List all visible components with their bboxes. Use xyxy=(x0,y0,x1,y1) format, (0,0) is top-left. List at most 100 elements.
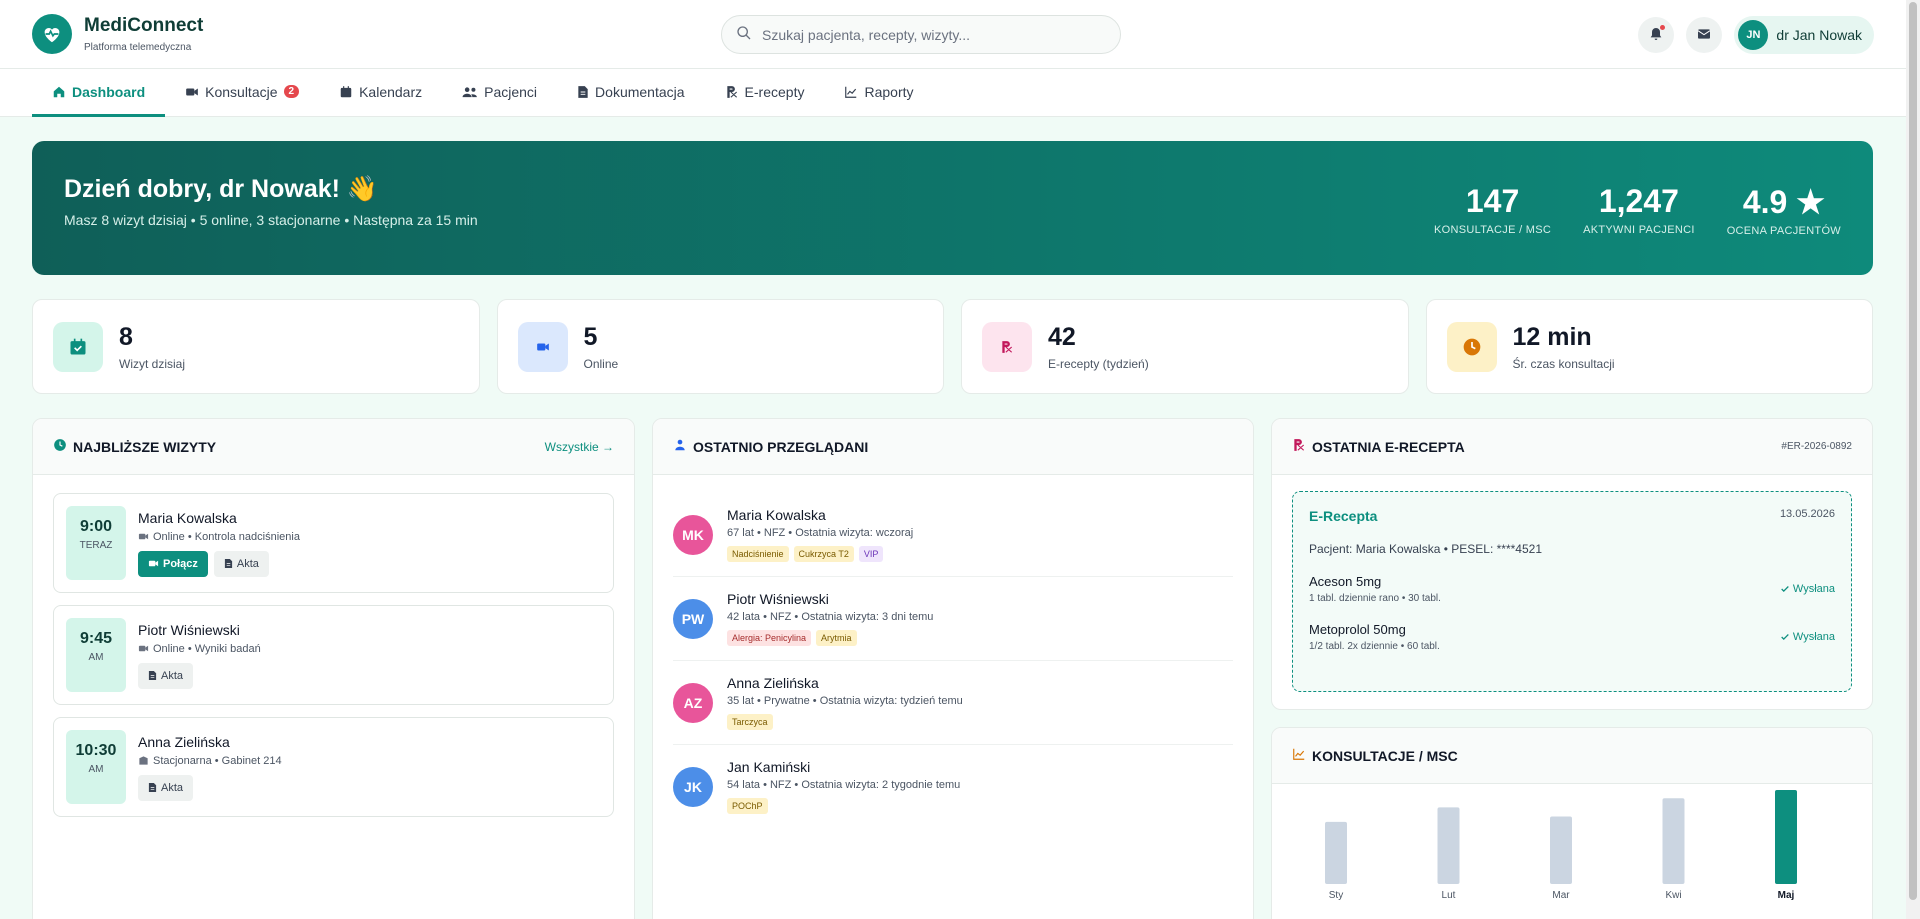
stat-card[interactable]: 42 E-recepty (tydzień) xyxy=(961,299,1409,394)
tab-dokumentacja[interactable]: Dokumentacja xyxy=(557,69,705,117)
tab-kalendarz[interactable]: Kalendarz xyxy=(319,69,442,117)
tab-e-recepty[interactable]: E-recepty xyxy=(705,69,825,117)
patient-detail: 67 lat • NFZ • Ostatnia wizyta: wczoraj xyxy=(727,527,914,539)
stat-cards: 8 Wizyt dzisiaj 5 Online 42 E-recepty (tydzie… xyxy=(32,299,1873,394)
stat-value: 12 min xyxy=(1512,322,1592,351)
tab-pacjenci[interactable]: Pacjenci xyxy=(442,69,557,117)
messages-button[interactable] xyxy=(1686,17,1723,53)
chart-bar-lut[interactable] xyxy=(1437,807,1460,884)
stat-card[interactable]: 8 Wizyt dzisiaj xyxy=(32,299,480,394)
rx-icon xyxy=(982,321,1032,372)
medication-dose: 1 tabl. dziennie rano • 30 tabl. xyxy=(1309,593,1441,604)
stat-card[interactable]: 5 Online xyxy=(496,299,944,394)
visit-period: AM xyxy=(88,764,104,775)
visit-item[interactable]: 10:30 AM Anna Zielińska Stacjonarna • Gabin… xyxy=(53,717,614,817)
tab-badge: 2 xyxy=(283,85,300,98)
scrollbar[interactable] xyxy=(1906,0,1920,919)
chart-tick-label: Maj xyxy=(1778,890,1795,901)
stat-label: E-recepty (tydzień) xyxy=(1048,356,1149,371)
visit-detail: Online • Wyniki badań xyxy=(153,642,261,655)
file-icon xyxy=(148,782,157,793)
stat-label: Śr. czas konsultacji xyxy=(1512,356,1615,371)
chart-bar-kwi[interactable] xyxy=(1662,798,1685,884)
prescription-title: E-Recepta xyxy=(1309,508,1378,524)
stat-label: Online xyxy=(583,356,619,371)
stat-value: 5 xyxy=(583,322,598,351)
panel-title: NAJBLIŻSZE WIZYTY xyxy=(73,438,217,455)
panel-header: OSTATNIO PRZEGLĄDANI xyxy=(653,419,1253,475)
clock-icon xyxy=(1446,321,1497,372)
tab-label: E-recepty xyxy=(744,83,805,100)
patient-item[interactable]: PW Piotr Wiśniewski 42 lata • NFZ • Ostatn… xyxy=(673,577,1233,661)
files-label: Akta xyxy=(161,669,184,682)
hero-stat: 1,247 AKTYWNI PACJENCI xyxy=(1583,183,1695,237)
visit-detail: Online • Kontrola nadciśnienia xyxy=(153,530,300,543)
check-icon xyxy=(1780,584,1790,594)
visit-item[interactable]: 9:45 AM Piotr Wiśniewski Online • Wyniki ba… xyxy=(53,605,614,705)
home-icon xyxy=(52,85,66,99)
prescription-card[interactable]: E-Recepta 13.05.2026 Pacjent: Maria Kowa… xyxy=(1292,491,1852,692)
patient-name: Piotr Wiśniewski xyxy=(727,591,829,607)
avatar: JK xyxy=(673,767,713,807)
hero-stats: 147 KONSULTACJE / MSC 1,247 AKTYWNI PACJENC… xyxy=(1434,183,1841,237)
patient-detail: 35 lat • Prywatne • Ostatnia wizyta: tyd… xyxy=(727,695,963,707)
hero-stat-value: 147 xyxy=(1465,183,1520,219)
hero-stat-label: OCENA PACJENTÓW xyxy=(1726,225,1841,237)
check-icon xyxy=(1780,632,1790,642)
panel-header: OSTATNIA E-RECEPTA #ER-2026-0892 xyxy=(1272,419,1872,475)
search-input[interactable] xyxy=(762,26,1092,43)
patient-name: Anna Zielińska xyxy=(727,675,819,691)
visit-time: 9:00 TERAZ xyxy=(66,506,126,580)
tab-konsultacje[interactable]: Konsultacje 2 xyxy=(165,69,319,117)
files-button[interactable]: Akta xyxy=(213,550,269,577)
panel-header: KONSULTACJE / MSC xyxy=(1272,728,1872,784)
visit-item[interactable]: 9:00 TERAZ Maria Kowalska Online • Kontrola… xyxy=(53,493,614,593)
tab-label: Kalendarz xyxy=(359,83,423,100)
hero-stat: 147 KONSULTACJE / MSC xyxy=(1434,183,1551,237)
building-icon xyxy=(138,755,149,766)
medication-dose: 1/2 tabl. 2x dziennie • 60 tabl. xyxy=(1309,641,1440,652)
stat-label: Wizyt dzisiaj xyxy=(119,356,186,371)
app-header: MediConnect Platforma telemedyczna Szuka… xyxy=(0,0,1906,69)
visit-hour: 9:00 xyxy=(79,518,113,535)
stat-card[interactable]: 12 min Śr. czas konsultacji xyxy=(1425,299,1873,394)
visit-detail: Stacjonarna • Gabinet 214 xyxy=(153,754,282,767)
stat-value: 8 xyxy=(119,322,133,351)
user-name: dr Jan Nowak xyxy=(1776,27,1862,43)
video-icon xyxy=(138,643,149,654)
visit-hour: 10:30 xyxy=(75,742,117,759)
files-button[interactable]: Akta xyxy=(138,662,194,689)
tab-raporty[interactable]: Raporty xyxy=(824,69,933,117)
chart-tick-label: Sty xyxy=(1329,890,1343,901)
tab-dashboard[interactable]: Dashboard xyxy=(32,69,166,117)
medication-status: Wysłana xyxy=(1792,631,1835,643)
patient-tag: VIP xyxy=(858,546,884,562)
all-visits-link[interactable]: Wszystkie → xyxy=(545,440,614,454)
patient-item[interactable]: JK Jan Kamiński 54 lata • NFZ • Ostatnia w… xyxy=(673,745,1233,829)
hero-stat-value: 4.9 ★ xyxy=(1742,184,1825,220)
chart-bar-mar[interactable] xyxy=(1550,816,1572,884)
scrollbar-thumb[interactable] xyxy=(1909,2,1917,900)
patient-tag: Cukrzyca T2 xyxy=(793,546,854,562)
files-label: Akta xyxy=(236,557,259,570)
patient-detail: 42 lata • NFZ • Ostatnia wizyta: 3 dni t… xyxy=(727,611,934,623)
medication-list: Aceson 5mg 1 tabl. dziennie rano • 30 tab… xyxy=(1309,574,1835,652)
hero-stat: 4.9 ★ OCENA PACJENTÓW xyxy=(1727,183,1841,237)
visit-patient-name: Piotr Wiśniewski xyxy=(138,621,240,638)
tab-label: Dashboard xyxy=(72,83,146,100)
notifications-button[interactable] xyxy=(1638,17,1675,53)
user-menu[interactable]: JN dr Jan Nowak xyxy=(1734,16,1874,54)
heart-pulse-icon[interactable] xyxy=(32,14,72,54)
chart-bar-maj[interactable] xyxy=(1775,790,1797,884)
connect-button[interactable]: Połącz xyxy=(138,550,208,577)
connect-label: Połącz xyxy=(163,557,198,570)
rx-icon xyxy=(725,85,739,99)
files-button[interactable]: Akta xyxy=(138,774,194,801)
rx-icon xyxy=(1292,438,1306,455)
patient-item[interactable]: AZ Anna Zielińska 35 lat • Prywatne • Osta… xyxy=(673,661,1233,745)
panel-header: NAJBLIŻSZE WIZYTY Wszystkie → xyxy=(33,419,634,475)
chart-bar-sty[interactable] xyxy=(1325,821,1347,884)
app-subtitle: Platforma telemedyczna xyxy=(84,42,192,53)
search-box[interactable] xyxy=(721,15,1121,54)
patient-item[interactable]: MK Maria Kowalska 67 lat • NFZ • Ostatnia … xyxy=(673,493,1233,577)
